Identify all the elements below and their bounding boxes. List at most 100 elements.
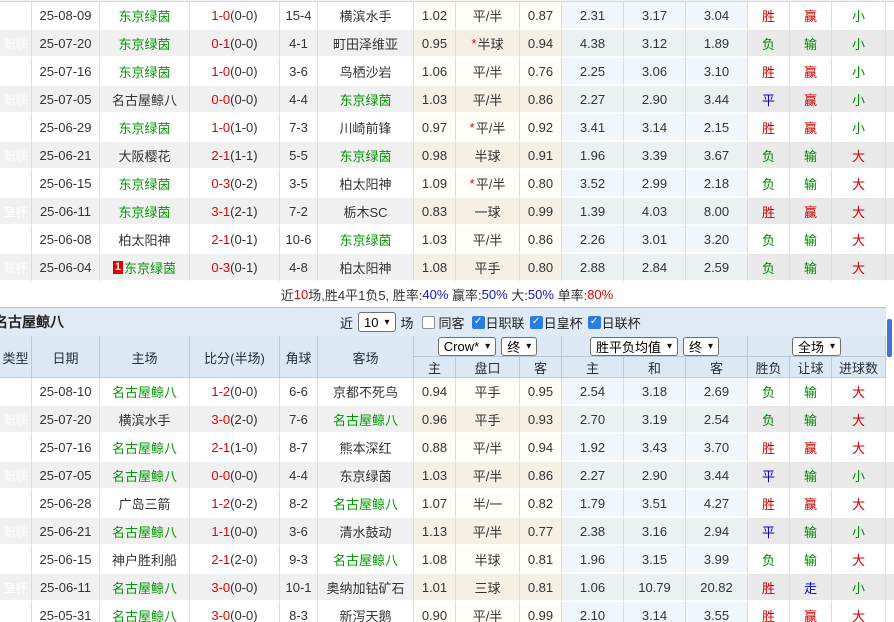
col-header-corner: 角球 bbox=[280, 336, 318, 378]
asterisk-mark: * bbox=[470, 176, 475, 191]
home-team: 大阪樱花 bbox=[100, 142, 190, 170]
euro-home-odds: 2.38 bbox=[562, 518, 624, 546]
euro-draw-odds: 4.03 bbox=[624, 198, 686, 226]
league-filter-label: 日联杯 bbox=[602, 313, 641, 332]
match-date: 25-06-11 bbox=[32, 574, 100, 602]
asian-handicap: 平/半 bbox=[456, 226, 520, 254]
handicap-result: 赢 bbox=[790, 86, 832, 114]
asian-home-odds: 1.08 bbox=[414, 254, 456, 282]
col-header-type: 类型 bbox=[0, 336, 32, 378]
goals-result: 小 bbox=[832, 518, 886, 546]
same-away-checkbox[interactable] bbox=[422, 316, 435, 329]
euro-average-select[interactable]: 胜平负均值 ▾ bbox=[590, 337, 678, 356]
score: 1-1(0-0) bbox=[190, 518, 280, 546]
league-filter-checkbox[interactable]: ✓ bbox=[472, 316, 485, 329]
company-select[interactable]: Crow* ▾ bbox=[438, 337, 496, 356]
goals-result: 小 bbox=[832, 574, 886, 602]
euro-state-select[interactable]: 终 ▾ bbox=[683, 337, 719, 356]
near-label: 近 bbox=[340, 313, 353, 332]
match-date: 25-05-31 bbox=[32, 602, 100, 622]
league-type: 职联 bbox=[0, 30, 32, 58]
match-date: 25-07-16 bbox=[32, 434, 100, 462]
asian-handicap: 半/一 bbox=[456, 490, 520, 518]
goals-result: 小 bbox=[832, 2, 886, 30]
asian-home-odds: 1.03 bbox=[414, 86, 456, 114]
asian-handicap: 平/半 bbox=[456, 86, 520, 114]
corners: 7-6 bbox=[280, 406, 318, 434]
match-date: 25-06-15 bbox=[32, 170, 100, 198]
away-team: 柏太阳神 bbox=[318, 170, 414, 198]
match-date: 25-07-20 bbox=[32, 406, 100, 434]
recent-games-value: 10 bbox=[364, 315, 378, 330]
league-filter-checkbox[interactable]: ✓ bbox=[530, 316, 543, 329]
corners: 8-2 bbox=[280, 490, 318, 518]
chevron-down-icon: ▾ bbox=[708, 341, 713, 352]
league-filter-checkbox[interactable]: ✓ bbox=[588, 316, 601, 329]
col-header-euro-away: 客 bbox=[686, 357, 748, 378]
match-row: 职联25-06-29东京绿茵1-0(1-0)7-3川崎前锋0.97*平/半0.9… bbox=[0, 114, 894, 142]
score: 2-1(2-0) bbox=[190, 546, 280, 574]
handicap-result: 输 bbox=[790, 462, 832, 490]
chevron-down-icon: ▾ bbox=[526, 341, 531, 352]
corners: 10-1 bbox=[280, 574, 318, 602]
outcome-result: 负 bbox=[748, 254, 790, 282]
asterisk-mark: * bbox=[471, 36, 476, 51]
asian-away-odds: 0.94 bbox=[520, 30, 562, 58]
score: 3-1(2-1) bbox=[190, 198, 280, 226]
home-team: 1东京绿茵 bbox=[100, 254, 190, 282]
outcome-result: 平 bbox=[748, 462, 790, 490]
score: 1-2(0-2) bbox=[190, 490, 280, 518]
goals-result: 大 bbox=[832, 226, 886, 254]
corners: 4-4 bbox=[280, 462, 318, 490]
col-header-asian-away: 客 bbox=[520, 357, 562, 378]
euro-draw-odds: 3.18 bbox=[624, 378, 686, 406]
goals-result: 小 bbox=[832, 114, 886, 142]
match-date: 25-06-15 bbox=[32, 546, 100, 574]
euro-home-odds: 2.26 bbox=[562, 226, 624, 254]
league-type: 皇杯 bbox=[0, 434, 32, 462]
asian-away-odds: 0.99 bbox=[520, 602, 562, 622]
outcome-result: 胜 bbox=[748, 574, 790, 602]
corners: 5-5 bbox=[280, 142, 318, 170]
handicap-result: 赢 bbox=[790, 490, 832, 518]
home-team: 名古屋鲸八 bbox=[100, 378, 190, 406]
goals-result: 大 bbox=[832, 546, 886, 574]
row-gutter bbox=[886, 378, 894, 406]
recent-games-select[interactable]: 10 ▾ bbox=[358, 312, 396, 332]
league-filter-group: ✓日职联✓日皇杯✓日联杯 bbox=[467, 313, 641, 332]
match-row: 职联25-06-21名古屋鲸八1-1(0-0)3-6清水鼓动1.13平/半0.7… bbox=[0, 518, 894, 546]
scope-select[interactable]: 全场 ▾ bbox=[792, 337, 841, 356]
asian-handicap: 平手 bbox=[456, 406, 520, 434]
asian-home-odds: 0.96 bbox=[414, 406, 456, 434]
goals-result: 大 bbox=[832, 170, 886, 198]
scrollbar[interactable] bbox=[886, 307, 894, 378]
row-gutter bbox=[886, 574, 894, 602]
euro-home-odds: 1.96 bbox=[562, 142, 624, 170]
score: 1-2(0-0) bbox=[190, 378, 280, 406]
check-icon: ✓ bbox=[474, 317, 482, 327]
handicap-result: 输 bbox=[790, 170, 832, 198]
euro-draw-odds: 3.19 bbox=[624, 406, 686, 434]
row-gutter bbox=[886, 170, 894, 198]
chevron-down-icon: ▾ bbox=[830, 341, 835, 352]
handicap-result: 输 bbox=[790, 254, 832, 282]
handicap-result: 输 bbox=[790, 226, 832, 254]
euro-home-odds: 4.38 bbox=[562, 30, 624, 58]
euro-away-odds: 3.44 bbox=[686, 86, 748, 114]
scrollbar-thumb[interactable] bbox=[887, 319, 892, 357]
euro-average-value: 胜平负均值 bbox=[596, 337, 661, 356]
live-badge: 1 bbox=[113, 261, 123, 274]
score: 0-0(0-0) bbox=[190, 462, 280, 490]
corners: 4-4 bbox=[280, 86, 318, 114]
handicap-result: 输 bbox=[790, 406, 832, 434]
row-gutter bbox=[886, 198, 894, 226]
score: 2-1(0-1) bbox=[190, 226, 280, 254]
filter-controls: 近 10 ▾ 场 同客 ✓日职联✓日皇杯✓日联杯 bbox=[338, 308, 641, 336]
euro-home-odds: 2.88 bbox=[562, 254, 624, 282]
asian-away-odds: 0.91 bbox=[520, 142, 562, 170]
col-header-euro-draw: 和 bbox=[624, 357, 686, 378]
corners: 9-3 bbox=[280, 546, 318, 574]
row-gutter bbox=[886, 462, 894, 490]
company-state-select[interactable]: 终 ▾ bbox=[501, 337, 537, 356]
corners: 8-7 bbox=[280, 434, 318, 462]
